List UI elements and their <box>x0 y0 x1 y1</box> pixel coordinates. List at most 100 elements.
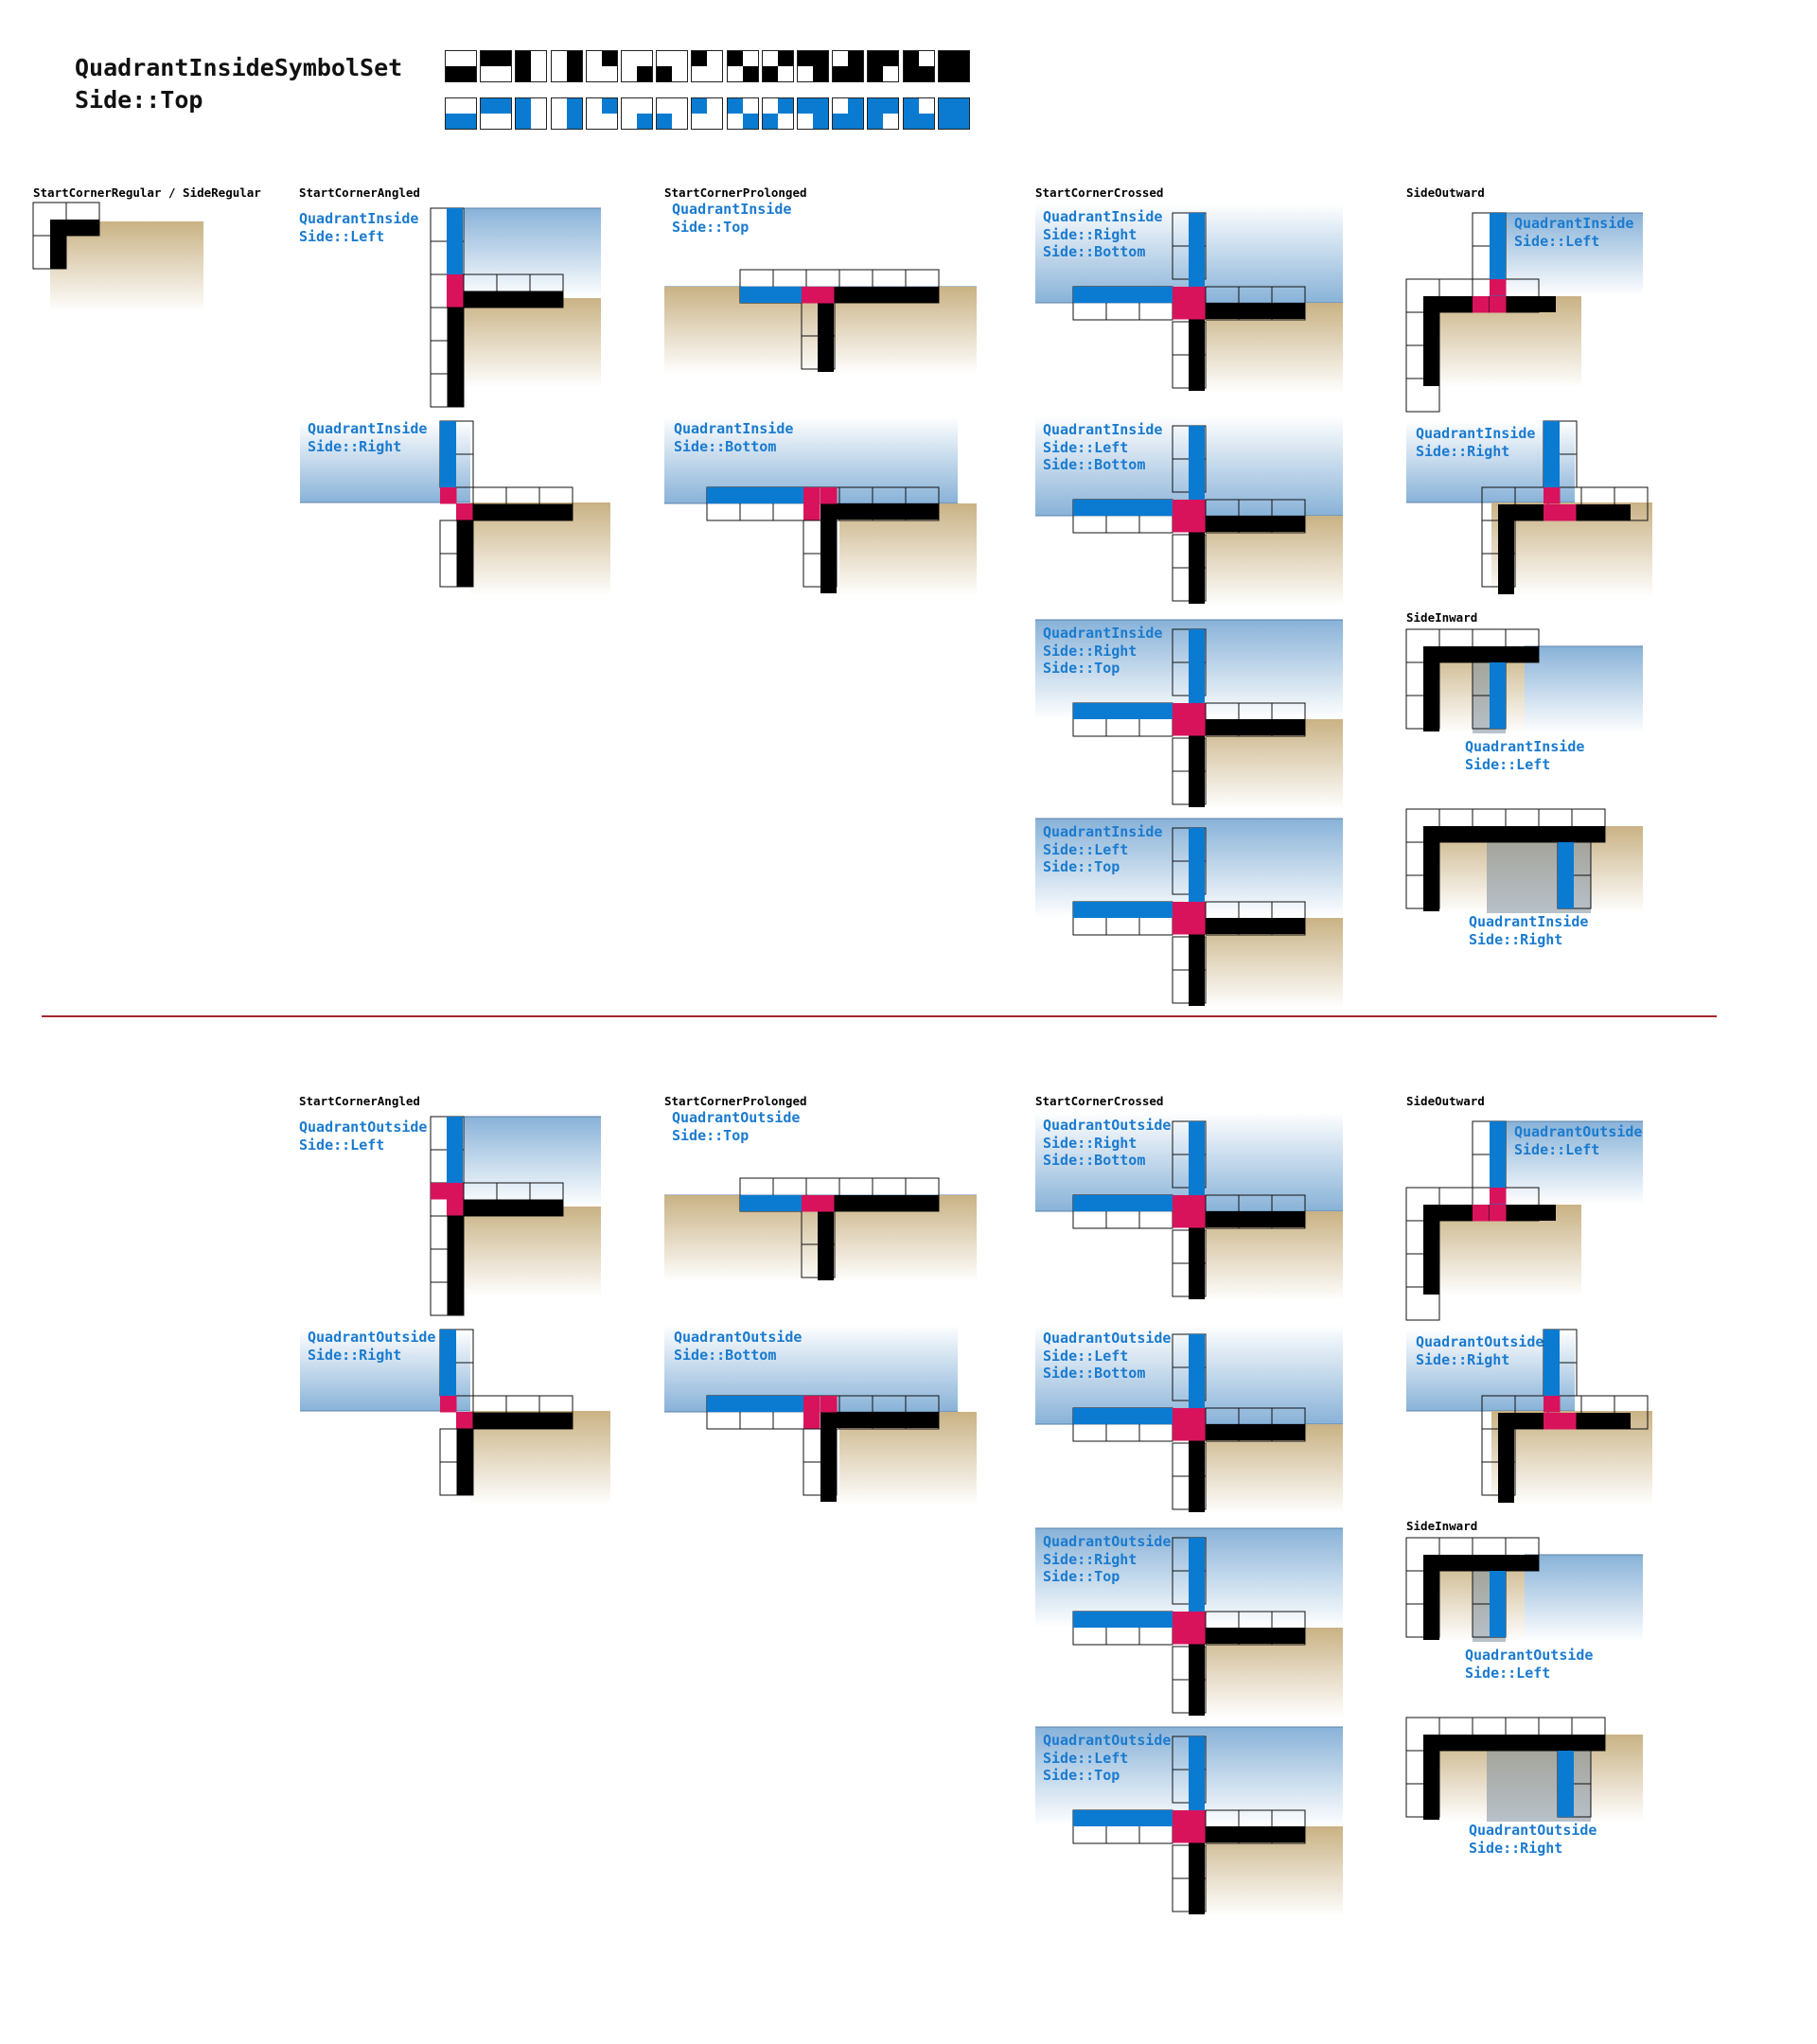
panel-label-line: QuadrantOutside <box>1465 1647 1594 1664</box>
angled-panel-left <box>430 1116 601 1316</box>
joint-quadrant <box>1189 500 1206 517</box>
black-vertical-line <box>447 291 464 407</box>
column-header-inward: SideInward <box>1406 610 1478 625</box>
joint-quadrant <box>803 503 820 520</box>
joint-quadrant <box>1490 279 1507 296</box>
black-vertical-line <box>1423 1555 1439 1640</box>
symbol-quadrant <box>937 66 954 82</box>
panel-label-line: QuadrantOutside <box>308 1329 436 1346</box>
diagonal-ul-lr-symbol <box>726 97 759 130</box>
blue-vertical-line <box>1189 828 1205 904</box>
symbol-quadrant <box>691 97 708 114</box>
blue-horizontal-line <box>1073 500 1173 516</box>
joint-quadrant <box>1544 1413 1561 1430</box>
symbol-quadrant <box>813 97 829 114</box>
three-quadrants-missing-lower-left-symbol <box>797 97 829 130</box>
panel-label: QuadrantInside Side::Right <box>1416 425 1535 460</box>
panel-label: QuadrantOutside Side::Right Side::Bottom <box>1043 1117 1171 1170</box>
upper-half-symbol <box>480 50 513 82</box>
symbol-quadrant <box>480 50 497 66</box>
section-divider <box>42 1015 1717 1017</box>
lower-right-quadrant-symbol <box>621 97 653 130</box>
panel-label-line: Side::Right <box>1469 930 1563 948</box>
black-vertical-line <box>1423 826 1439 911</box>
black-horizontal-line <box>1206 1424 1305 1440</box>
symbol-quadrant <box>691 50 708 66</box>
blue-horizontal-line <box>1073 1612 1173 1628</box>
blue-vertical-line <box>1189 1121 1205 1197</box>
panel-label-line: Side::Left <box>299 227 385 245</box>
panel-label-line: Side::Left <box>1514 1140 1600 1158</box>
panel-label-line: Side::Top <box>672 1126 750 1144</box>
joint-quadrant <box>1189 1628 1206 1645</box>
panel-label-line: Side::Left <box>1514 232 1600 250</box>
joint-quadrant <box>1173 918 1190 935</box>
symbol-quadrant <box>445 114 461 130</box>
black-horizontal-line <box>1423 826 1605 842</box>
panel-label-line: Side::Bottom <box>1043 456 1146 473</box>
symbol-quadrant <box>813 114 829 130</box>
joint-quadrant <box>447 274 464 291</box>
blue-horizontal-line <box>1073 1195 1173 1211</box>
joint-quadrant <box>440 1396 457 1413</box>
symbol-quadrant <box>848 97 865 114</box>
black-horizontal-line <box>1206 1211 1305 1227</box>
panel-label-line: Side::Right <box>1043 225 1138 243</box>
diagonal-ul-lr-symbol <box>726 50 759 82</box>
angled-panel-right <box>300 420 610 596</box>
panel-label-line: QuadrantOutside <box>1043 1533 1172 1550</box>
symbol-quadrant <box>953 66 970 82</box>
blue-region <box>1525 646 1643 733</box>
joint-quadrant <box>1173 1810 1190 1827</box>
upper-left-quadrant-symbol <box>691 50 724 82</box>
blue-vertical-line <box>440 421 456 487</box>
joint-quadrant <box>820 487 838 504</box>
joint-quadrant <box>1560 1413 1577 1430</box>
joint-quadrant <box>1189 287 1206 304</box>
symbol-quadrant <box>515 66 532 82</box>
blue-horizontal-line <box>707 487 806 503</box>
joint-quadrant <box>818 287 835 304</box>
black-vertical-line <box>1423 1205 1439 1295</box>
joint-quadrant <box>1189 1826 1206 1843</box>
joint-quadrant <box>1189 1408 1206 1425</box>
joint-quadrant <box>1173 287 1190 304</box>
symbol-quadrant <box>813 50 829 66</box>
panel-label-line: QuadrantInside <box>299 210 419 227</box>
symbol-quadrant <box>902 50 919 66</box>
black-horizontal-line <box>820 503 939 520</box>
right-half-symbol <box>550 97 583 130</box>
panel-label-line: QuadrantInside <box>1469 913 1589 930</box>
inward-panel-left <box>1405 1537 1643 1642</box>
joint-quadrant <box>1173 500 1190 517</box>
panel-label: QuadrantInside Side::Left Side::Bottom <box>1043 421 1162 474</box>
three-quadrants-missing-upper-right-symbol <box>902 97 935 130</box>
joint-quadrant <box>1173 1628 1190 1645</box>
panel-label-line: Side::Bottom <box>1043 243 1146 260</box>
panel-label-line: QuadrantOutside <box>1514 1123 1643 1140</box>
panel-label-line: Side::Bottom <box>1043 1152 1146 1169</box>
panel-label-line: Side::Bottom <box>1043 1365 1146 1382</box>
title-line-1: QuadrantInsideSymbolSet <box>75 54 403 81</box>
panel-label: QuadrantInside Side::Right Side::Bottom <box>1043 208 1162 261</box>
left-half-symbol <box>515 50 548 82</box>
joint-quadrant <box>803 1396 820 1413</box>
symbol-quadrant <box>515 97 532 114</box>
panel-label-line: Side::Right <box>1043 1134 1138 1152</box>
panel-label-line: Side::Top <box>1043 660 1120 677</box>
three-quadrants-missing-upper-right-symbol <box>902 50 935 82</box>
joint-quadrant <box>818 1195 835 1212</box>
diagonal-ur-ll-symbol <box>761 50 794 82</box>
symbol-quadrant <box>726 50 743 66</box>
tan-region <box>464 1207 601 1296</box>
blue-horizontal-line <box>1073 703 1173 719</box>
panel-label-line: Side::Top <box>1043 858 1120 875</box>
symbol-quadrant <box>566 114 583 130</box>
black-horizontal-line <box>456 503 573 520</box>
right-half-symbol <box>550 50 583 82</box>
inward-panel-left <box>1405 628 1643 733</box>
shadow-band <box>1487 1751 1591 1822</box>
joint-quadrant <box>440 487 457 504</box>
joint-quadrant <box>1473 296 1490 313</box>
symbol-quadrant <box>848 114 865 130</box>
